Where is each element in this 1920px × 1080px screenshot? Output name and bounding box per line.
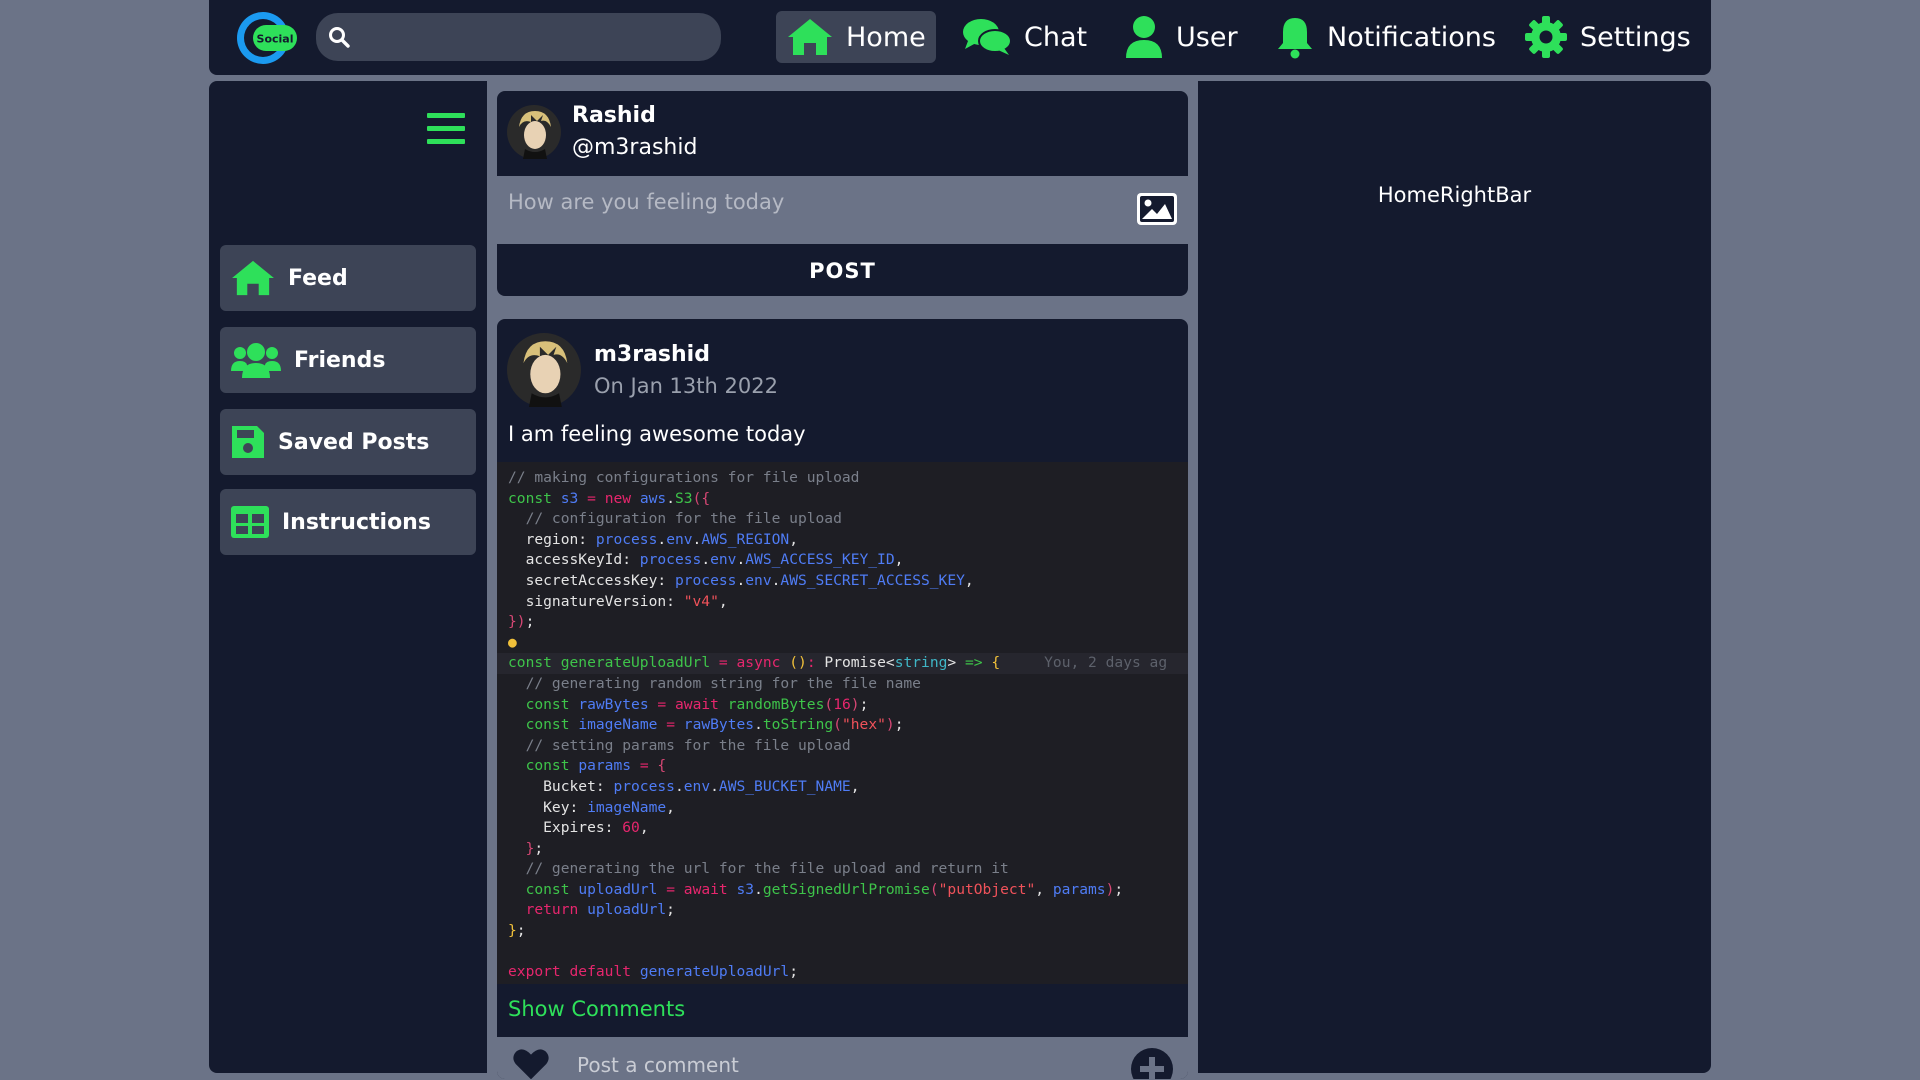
code-line: }; [525, 839, 544, 857]
code-line: // generating random string for the file… [508, 674, 921, 692]
left-sidebar: Feed Friends Saved Posts Instructions [209, 81, 487, 1073]
avatar [507, 105, 561, 159]
lightbulb-icon: ● [508, 633, 517, 651]
app-logo[interactable]: Social [235, 8, 297, 68]
nav-notifications-label: Notifications [1327, 21, 1496, 53]
search-input[interactable] [360, 13, 710, 61]
feed-column: Rashid @m3rashid How are you feeling tod… [487, 81, 1198, 1079]
composer-user-name: Rashid [572, 103, 656, 128]
nav-home[interactable]: Home [776, 11, 936, 63]
nav-home-label: Home [846, 21, 926, 53]
code-line: }); [508, 613, 535, 631]
post-text: I am feeling awesome today [508, 422, 806, 446]
nav-user[interactable]: User [1114, 11, 1248, 63]
sidebar-item-label: Friends [294, 347, 386, 373]
nav-user-label: User [1176, 21, 1238, 53]
code-line: const uploadUrl = await s3.getSignedUrlP… [525, 880, 1124, 898]
code-line: const generateUploadUrl = async (): Prom… [497, 653, 1188, 674]
code-line: accessKeyId: process.env.AWS_ACCESS_KEY_… [508, 551, 904, 569]
users-icon [231, 343, 281, 378]
nav-notifications[interactable]: Notifications [1265, 11, 1506, 63]
code-line: const rawBytes = await randomBytes(16); [525, 695, 869, 713]
sidebar-item-label: Saved Posts [278, 429, 430, 455]
composer-user-handle: @m3rashid [572, 135, 698, 160]
sidebar-item-saved-posts[interactable]: Saved Posts [220, 409, 476, 475]
status-input[interactable]: How are you feeling today [497, 176, 1188, 244]
comment-input[interactable]: Post a comment [577, 1053, 739, 1077]
code-line: signatureVersion: "v4", [508, 592, 728, 610]
code-line: return uploadUrl; [525, 901, 675, 919]
nav-settings[interactable]: Settings [1514, 11, 1701, 63]
code-line: const params = { [525, 757, 667, 775]
avatar [507, 333, 581, 407]
show-comments-link[interactable]: Show Comments [508, 997, 685, 1021]
code-line: // configuration for the file upload [508, 510, 842, 528]
code-line: Expires: 60, [508, 819, 649, 837]
sidebar-item-label: Instructions [282, 509, 431, 535]
comment-bar: Post a comment [497, 1037, 1188, 1079]
post-button[interactable]: POST [497, 246, 1188, 296]
post-code-image: // making configurations for file upload… [497, 462, 1188, 984]
code-line: Bucket: process.env.AWS_BUCKET_NAME, [508, 777, 860, 795]
code-line: const imageName = rawBytes.toString("hex… [525, 716, 904, 734]
right-sidebar-label: HomeRightBar [1377, 183, 1532, 207]
code-line: // setting params for the file upload [508, 736, 851, 754]
status-input-placeholder: How are you feeling today [508, 190, 785, 214]
post-author[interactable]: m3rashid [594, 342, 710, 367]
post-composer: Rashid @m3rashid How are you feeling tod… [497, 91, 1188, 296]
sidebar-item-friends[interactable]: Friends [220, 327, 476, 393]
home-icon [788, 19, 832, 55]
code-line: Key: imageName, [508, 798, 675, 816]
nav-settings-label: Settings [1580, 21, 1691, 53]
top-navbar: Social Home Chat User Notifications Sett… [209, 0, 1711, 75]
search-icon [329, 27, 350, 48]
home-icon [232, 260, 274, 296]
sidebar-item-label: Feed [288, 265, 348, 291]
post-date: On Jan 13th 2022 [594, 374, 778, 398]
logo-text: Social [257, 33, 294, 46]
chat-icon [963, 19, 1012, 55]
code-line: export default generateUploadUrl; [508, 963, 798, 981]
save-icon [232, 426, 264, 458]
git-blame-annotation: You, 2 days ag [1044, 654, 1168, 672]
user-icon [1126, 16, 1162, 58]
bell-icon [1278, 18, 1312, 59]
nav-chat-label: Chat [1024, 21, 1088, 53]
code-line: const s3 = new aws.S3({ [508, 489, 711, 507]
hamburger-icon[interactable] [427, 111, 465, 147]
sidebar-item-feed[interactable]: Feed [220, 245, 476, 311]
image-upload-icon[interactable] [1136, 192, 1178, 226]
code-line: }; [508, 922, 526, 940]
code-line: // making configurations for file upload [508, 469, 860, 486]
gear-icon [1525, 16, 1567, 58]
code-line: region: process.env.AWS_REGION, [508, 530, 799, 548]
search-bar [316, 13, 721, 61]
code-line: // generating the url for the file uploa… [508, 860, 1009, 878]
add-comment-icon[interactable] [1130, 1047, 1174, 1079]
nav-chat[interactable]: Chat [952, 11, 1097, 63]
post-card: m3rashid On Jan 13th 2022 I am feeling a… [497, 319, 1188, 1079]
heart-icon[interactable] [509, 1047, 553, 1079]
table-icon [231, 506, 269, 538]
code-line: ● [508, 633, 1188, 654]
right-sidebar: HomeRightBar [1198, 81, 1711, 1073]
sidebar-item-instructions[interactable]: Instructions [220, 489, 476, 555]
code-line: secretAccessKey: process.env.AWS_SECRET_… [508, 571, 974, 589]
